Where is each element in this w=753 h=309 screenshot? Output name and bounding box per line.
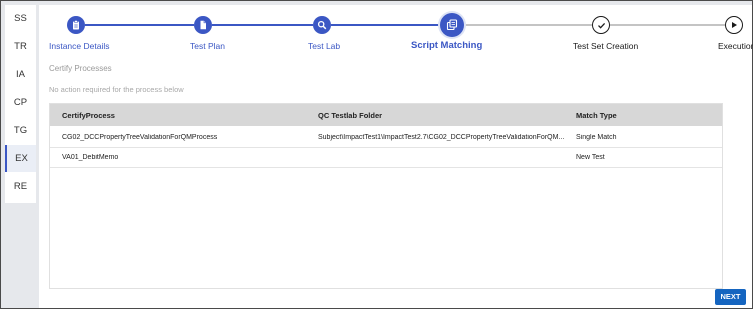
column-header-match-type[interactable]: Match Type [576,111,617,120]
step-test-set-creation[interactable] [592,16,610,34]
step-test-plan[interactable] [194,16,212,34]
copy-icon [446,19,458,31]
step-label-test-plan: Test Plan [190,41,225,51]
sidebar-item-cp[interactable]: CP [5,89,36,116]
process-table: CertifyProcess QC Testlab Folder Match T… [49,103,723,289]
search-icon [317,20,327,30]
step-label-script-matching: Script Matching [411,40,483,51]
stepper-connector [331,24,440,26]
section-title: Certify Processes [49,64,112,73]
main-panel: Instance Details Test Plan Test Lab Scri… [39,5,753,308]
clipboard-icon [73,20,79,30]
document-icon [200,20,206,30]
stepper-connector [85,24,194,26]
app-frame: SS TR IA CP TG EX RE Instance Details Te… [0,0,753,309]
table-header: CertifyProcess QC Testlab Folder Match T… [50,104,722,126]
check-icon [597,22,605,29]
cell-match-type: Single Match [576,134,617,141]
cell-certify-process: CG02_DCCPropertyTreeValidationForQMProce… [62,134,218,141]
stepper-connector [610,24,725,26]
sidebar-item-ex[interactable]: EX [5,145,36,172]
sidebar-item-ss[interactable]: SS [5,5,36,32]
cell-qc-testlab-folder: Subject\ImpactTest1\ImpactTest2.7\CG02_D… [318,134,565,141]
stepper: Instance Details Test Plan Test Lab Scri… [39,5,753,61]
table-row[interactable]: VA01_DebitMemo New Test [50,148,722,168]
next-button[interactable]: NEXT [715,289,746,305]
stepper-connector [212,24,313,26]
info-note: No action required for the process below [49,85,184,94]
table-row[interactable]: CG02_DCCPropertyTreeValidationForQMProce… [50,128,722,148]
sidebar-item-ia[interactable]: IA [5,61,36,88]
step-script-matching[interactable] [440,13,464,37]
step-test-lab[interactable] [313,16,331,34]
play-icon [732,22,737,28]
step-execution[interactable] [725,16,743,34]
sidebar-item-tg[interactable]: TG [5,117,36,144]
sidebar: SS TR IA CP TG EX RE [5,5,36,203]
sidebar-item-re[interactable]: RE [5,173,36,200]
column-header-qc-testlab-folder[interactable]: QC Testlab Folder [318,111,382,120]
stepper-connector [464,24,592,26]
step-label-test-lab: Test Lab [308,41,341,51]
step-instance-details[interactable] [67,16,85,34]
sidebar-item-tr[interactable]: TR [5,33,36,60]
step-label-test-set-creation: Test Set Creation [573,41,639,51]
step-label-instance-details: Instance Details [49,41,110,51]
cell-certify-process: VA01_DebitMemo [62,154,119,161]
cell-match-type: New Test [576,154,605,161]
column-header-certify-process[interactable]: CertifyProcess [62,111,115,120]
step-label-execution: Execution [718,41,753,51]
